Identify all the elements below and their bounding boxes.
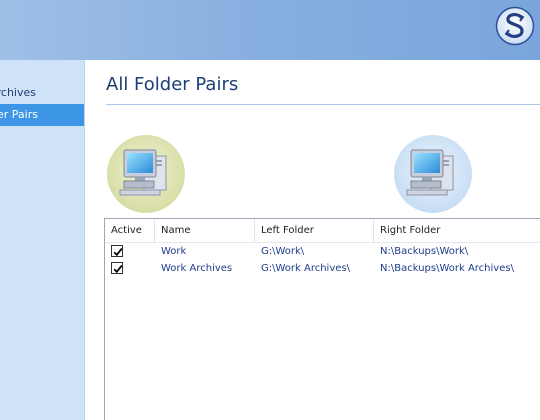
active-cell bbox=[105, 260, 155, 277]
left-computer-icon bbox=[107, 135, 185, 213]
table-row[interactable]: Work Archives G:\Work Archives\ N:\Backu… bbox=[105, 260, 540, 277]
sidebar: Work Archives All Folder Pairs bbox=[0, 60, 85, 420]
table-header: Active Name Left Folder Right Folder bbox=[105, 219, 540, 243]
column-header-left-folder[interactable]: Left Folder bbox=[255, 219, 374, 242]
title-divider bbox=[106, 104, 540, 105]
checkmark-icon bbox=[113, 248, 123, 257]
right-folder-cell: N:\Backups\Work\ bbox=[380, 246, 469, 257]
left-folder-cell: G:\Work\ bbox=[261, 246, 305, 257]
sidebar-item-all-folder-pairs[interactable]: All Folder Pairs bbox=[0, 104, 84, 126]
header-bar bbox=[0, 0, 540, 60]
sidebar-item-label: All Folder Pairs bbox=[0, 108, 38, 121]
right-folder-cell: N:\Backups\Work Archives\ bbox=[380, 263, 514, 274]
app-logo-icon[interactable] bbox=[495, 6, 535, 46]
sidebar-item-work-archives[interactable]: Work Archives bbox=[0, 82, 84, 104]
active-checkbox[interactable] bbox=[111, 262, 123, 274]
folder-pairs-table: Active Name Left Folder Right Folder Wor… bbox=[104, 218, 540, 420]
page-title: All Folder Pairs bbox=[106, 74, 239, 95]
column-header-right-folder[interactable]: Right Folder bbox=[374, 219, 540, 242]
column-header-name[interactable]: Name bbox=[155, 219, 255, 242]
sidebar-item-label: Work Archives bbox=[0, 86, 36, 99]
name-cell: Work Archives bbox=[161, 263, 233, 274]
left-folder-cell: G:\Work Archives\ bbox=[261, 263, 350, 274]
main-panel: All Folder Pairs Active Name Left Folder… bbox=[85, 60, 540, 420]
active-checkbox[interactable] bbox=[111, 245, 123, 257]
active-cell bbox=[105, 243, 155, 260]
table-row[interactable]: Work G:\Work\ N:\Backups\Work\ bbox=[105, 243, 540, 260]
column-header-active[interactable]: Active bbox=[105, 219, 155, 242]
checkmark-icon bbox=[113, 265, 123, 274]
right-computer-icon bbox=[394, 135, 472, 213]
name-cell: Work bbox=[161, 246, 187, 257]
